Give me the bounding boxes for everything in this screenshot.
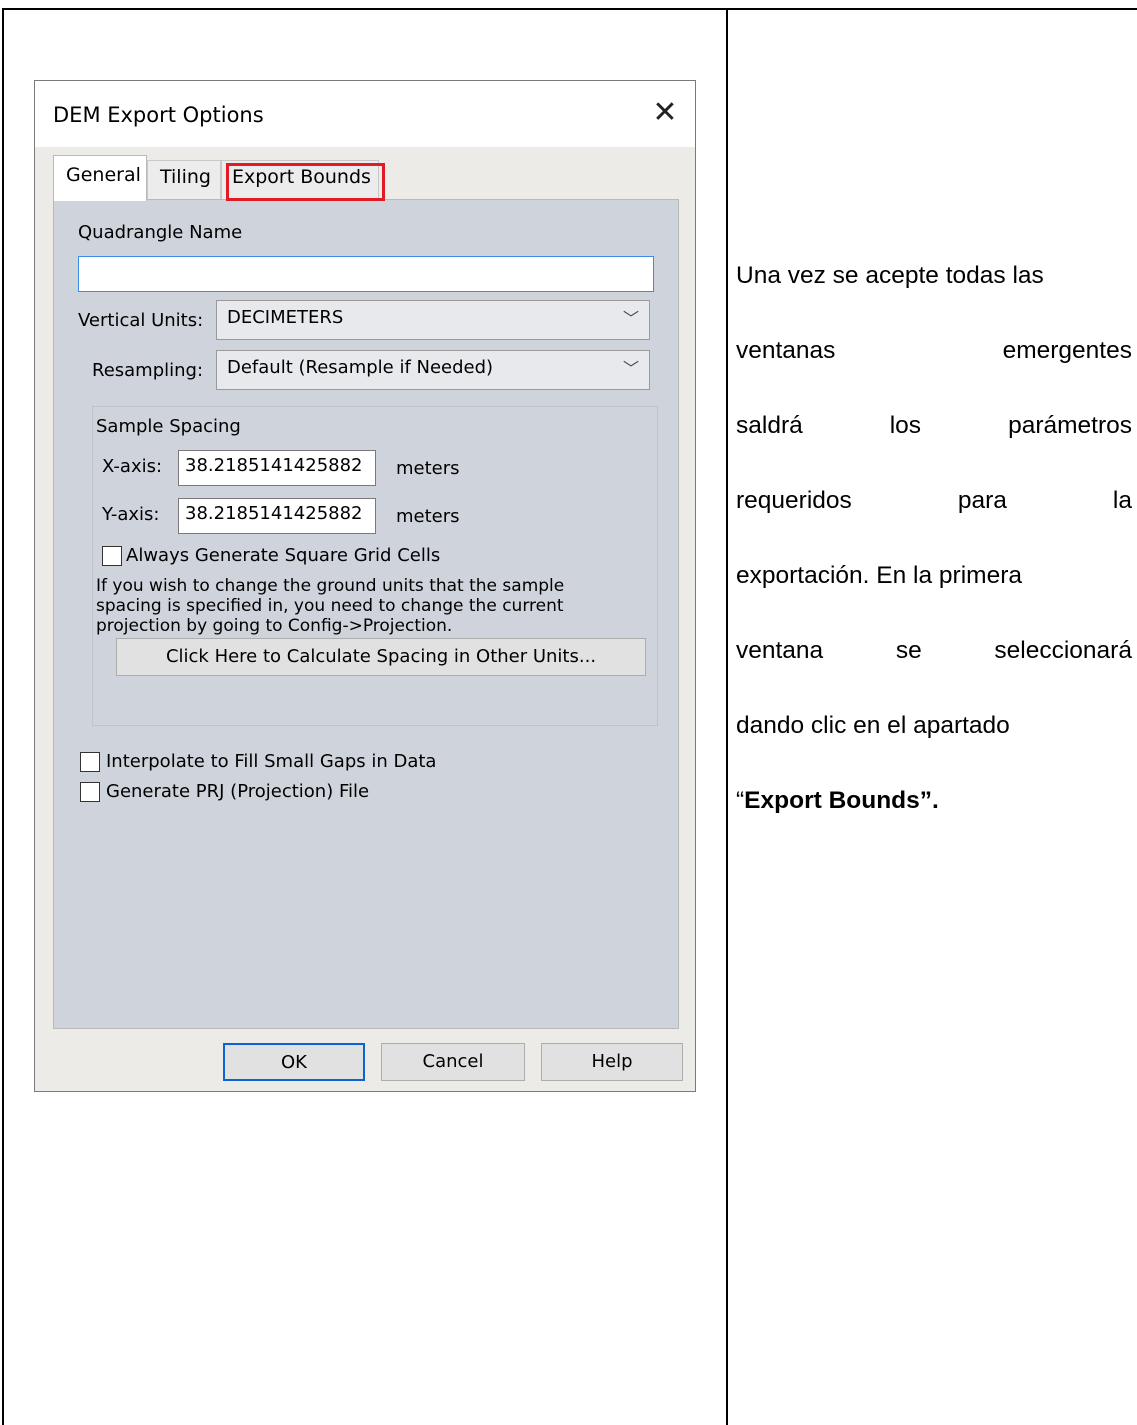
y-axis-label: Y-axis: xyxy=(102,504,160,525)
export-bounds-highlight-box xyxy=(226,163,385,201)
y-axis-spacing-input[interactable]: 38.2185141425882 xyxy=(178,498,376,534)
dialog-titlebar: DEM Export Options ✕ xyxy=(35,81,695,147)
chevron-down-icon: ﹀ xyxy=(622,309,639,328)
description-line-7: dando clic en el apartado xyxy=(736,712,1010,739)
x-axis-spacing-input[interactable]: 38.2185141425882 xyxy=(178,450,376,486)
vertical-units-select[interactable]: DECIMETERS ﹀ xyxy=(216,300,650,340)
spacing-info-line: If you wish to change the ground units t… xyxy=(96,576,565,596)
resampling-select[interactable]: Default (Resample if Needed) ﹀ xyxy=(216,350,650,390)
tab-general-label: General xyxy=(66,164,141,186)
description-word: ventanas xyxy=(736,337,836,364)
export-bounds-emphasis: Export Bounds”. xyxy=(744,787,939,814)
generate-prj-checkbox[interactable] xyxy=(80,782,100,802)
quadrangle-name-label: Quadrangle Name xyxy=(78,222,243,243)
square-grid-cells-label: Always Generate Square Grid Cells xyxy=(126,545,441,566)
open-quote: “ xyxy=(736,787,745,814)
square-grid-cells-checkbox[interactable] xyxy=(102,546,122,566)
dialog-client-area: General Tiling Export Bounds Quadrangle … xyxy=(35,147,695,1091)
spacing-info-line: projection by going to Config->Projectio… xyxy=(96,616,453,636)
description-word: parámetros xyxy=(1008,412,1132,439)
generate-prj-label: Generate PRJ (Projection) File xyxy=(106,781,370,802)
resampling-label: Resampling: xyxy=(92,360,204,381)
spacing-info-line: spacing is specified in, you need to cha… xyxy=(96,596,564,616)
quadrangle-name-input[interactable] xyxy=(78,256,654,292)
tab-general[interactable]: General xyxy=(53,155,147,201)
description-word: emergentes xyxy=(1002,337,1132,364)
description-word: saldrá xyxy=(736,412,803,439)
y-axis-unit: meters xyxy=(396,506,460,527)
general-tab-panel: Quadrangle Name Vertical Units: DECIMETE… xyxy=(53,199,679,1029)
spacing-info-text: If you wish to change the ground units t… xyxy=(96,576,646,636)
description-word: para xyxy=(957,487,1007,514)
description-line-6: ventana se seleccionará xyxy=(736,637,1132,669)
table-border-left xyxy=(2,8,4,1425)
description-word: la xyxy=(1112,487,1132,514)
ok-button[interactable]: OK xyxy=(223,1043,365,1081)
tab-tiling-label: Tiling xyxy=(160,166,211,188)
vertical-units-label: Vertical Units: xyxy=(78,310,204,331)
vertical-units-value: DECIMETERS xyxy=(227,307,344,328)
description-word: seleccionará xyxy=(994,637,1132,664)
dialog-title: DEM Export Options xyxy=(53,103,264,127)
close-icon[interactable]: ✕ xyxy=(647,95,683,131)
description-line-8: “Export Bounds”. xyxy=(736,787,1132,819)
description-word: los xyxy=(889,412,922,439)
dem-export-options-dialog: DEM Export Options ✕ General Tiling Expo… xyxy=(34,80,696,1092)
chevron-down-icon: ﹀ xyxy=(622,359,639,378)
interpolate-gaps-checkbox[interactable] xyxy=(80,752,100,772)
description-line-1: Una vez se acepte todas las xyxy=(736,262,1044,289)
table-border-top xyxy=(2,8,1137,10)
description-line-3: saldrá los parámetros xyxy=(736,412,1132,444)
description-word: ventana xyxy=(736,637,824,664)
help-button[interactable]: Help xyxy=(541,1043,683,1081)
interpolate-gaps-label: Interpolate to Fill Small Gaps in Data xyxy=(106,751,437,772)
table-column-divider xyxy=(726,8,728,1425)
description-line-4: requeridos para la xyxy=(736,487,1132,519)
resampling-value: Default (Resample if Needed) xyxy=(227,357,494,378)
description-line-2: ventanas emergentes xyxy=(736,337,1132,369)
description-line-5: exportación. En la primera xyxy=(736,562,1022,589)
description-word: se xyxy=(895,637,922,664)
tab-tiling[interactable]: Tiling xyxy=(147,160,221,200)
x-axis-label: X-axis: xyxy=(102,456,163,477)
description-word: requeridos xyxy=(736,487,852,514)
sample-spacing-title: Sample Spacing xyxy=(96,416,241,437)
calculate-spacing-button[interactable]: Click Here to Calculate Spacing in Other… xyxy=(116,638,646,676)
x-axis-unit: meters xyxy=(396,458,460,479)
cancel-button[interactable]: Cancel xyxy=(381,1043,525,1081)
